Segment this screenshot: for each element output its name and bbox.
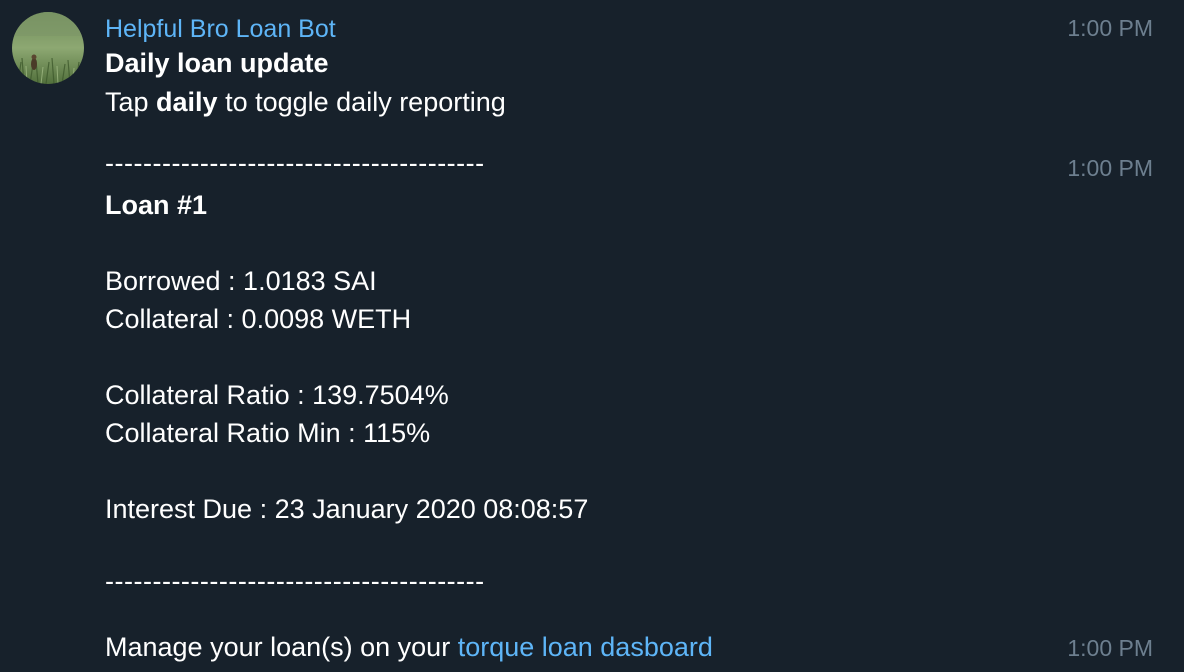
daily-hint: Tap daily to toggle daily reporting	[105, 84, 506, 120]
separator: ----------------------------------------	[105, 566, 485, 596]
collateral-ratio: Collateral Ratio : 139.7504%	[105, 380, 449, 410]
daily-hint-prefix: Tap	[105, 87, 157, 117]
message-time: 1:00 PM	[1067, 15, 1153, 41]
sender-name[interactable]: Helpful Bro Loan Bot	[105, 13, 336, 45]
interest-due: Interest Due : 23 January 2020 08:08:57	[105, 494, 589, 524]
dashboard-link[interactable]: torque loan dasboard	[458, 632, 713, 662]
daily-command: daily	[156, 87, 218, 117]
collateral-ratio-min: Collateral Ratio Min : 115%	[105, 418, 431, 448]
daily-hint-suffix: to toggle daily reporting	[217, 87, 506, 117]
avatar[interactable]	[12, 12, 84, 84]
manage-loans-text: Manage your loan(s) on your torque loan …	[105, 629, 713, 665]
grass-field-avatar-icon	[12, 12, 84, 84]
message-title: Daily loan update	[105, 48, 329, 78]
message-time: 1:00 PM	[1067, 635, 1153, 661]
separator: ----------------------------------------	[105, 148, 485, 178]
manage-prefix: Manage your loan(s) on your	[105, 632, 458, 662]
collateral-value: Collateral : 0.0098 WETH	[105, 304, 412, 334]
message-time: 1:00 PM	[1067, 155, 1153, 181]
borrowed-value: Borrowed : 1.0183 SAI	[105, 266, 377, 296]
loan-title: Loan #1	[105, 190, 208, 220]
